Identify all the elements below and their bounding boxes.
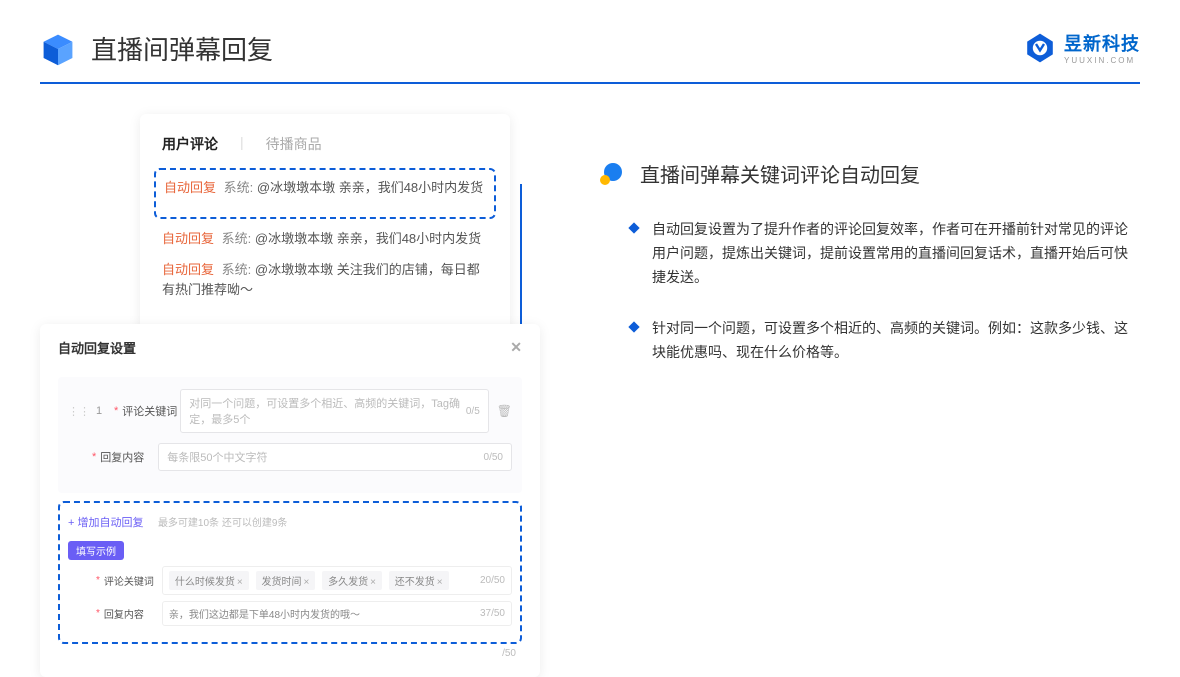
highlighted-comment: 自动回复 系统: @冰墩墩本墩 亲亲，我们48小时内发货 xyxy=(154,168,496,219)
ex-keyword-label: 评论关键词 xyxy=(104,573,162,588)
bullet-text: 针对同一个问题，可设置多个相近的、高频的关键词。例如：这款多少钱、这块能优惠吗、… xyxy=(652,317,1140,365)
section-heading: 直播间弹幕关键词评论自动回复 xyxy=(600,159,1140,188)
form-section: ⋮⋮ 1 * 评论关键词 对同一个问题，可设置多个相近、高频的关键词，Tag确定… xyxy=(58,377,522,493)
header: 直播间弹幕回复 昱新科技 YUUXIN.COM xyxy=(0,0,1180,82)
ex-content-text: 亲，我们这边都是下单48小时内发货的哦～ xyxy=(169,606,360,621)
settings-title: 自动回复设置 xyxy=(58,338,136,357)
comment-row: 自动回复 系统: @冰墩墩本墩 亲亲，我们48小时内发货 xyxy=(162,229,488,250)
example-content-row: * 回复内容 亲，我们这边都是下单48小时内发货的哦～ 37/50 xyxy=(96,601,512,626)
tab-products[interactable]: 待播商品 xyxy=(266,134,322,154)
bullet-item: 针对同一个问题，可设置多个相近的、高频的关键词。例如：这款多少钱、这块能优惠吗、… xyxy=(600,317,1140,365)
header-divider xyxy=(40,82,1140,84)
example-content-input[interactable]: 亲，我们这边都是下单48小时内发货的哦～ 37/50 xyxy=(162,601,512,626)
content-input[interactable]: 每条限50个中文字符 0/50 xyxy=(158,443,512,471)
tab-comments[interactable]: 用户评论 xyxy=(162,134,218,154)
ex-content-label: 回复内容 xyxy=(104,606,162,621)
comment-text: @冰墩墩本墩 亲亲，我们48小时内发货 xyxy=(255,231,481,246)
screenshot-area: 用户评论 | 待播商品 自动回复 系统: @冰墩墩本墩 亲亲，我们48小时内发货… xyxy=(40,114,540,393)
brand-name: 昱新科技 xyxy=(1064,30,1140,56)
auto-reply-tag: 自动回复 xyxy=(164,180,216,195)
tag-chip[interactable]: 还不发货 xyxy=(389,571,449,590)
description-panel: 直播间弹幕关键词评论自动回复 自动回复设置为了提升作者的评论回复效率，作者可在开… xyxy=(600,114,1140,393)
example-section: + 增加自动回复 最多可建10条 还可以创建9条 填写示例 * 评论关键词 什么… xyxy=(58,501,522,644)
comment-row: 自动回复 系统: @冰墩墩本墩 亲亲，我们48小时内发货 xyxy=(164,178,486,199)
content-placeholder: 每条限50个中文字符 xyxy=(167,449,267,465)
tag-chip[interactable]: 什么时候发货 xyxy=(169,571,249,590)
keyword-count: 0/5 xyxy=(466,406,480,417)
content-label: 回复内容 xyxy=(100,449,158,465)
brand-logo: 昱新科技 YUUXIN.COM xyxy=(1024,30,1140,65)
cube-icon xyxy=(40,31,76,67)
tag-chip[interactable]: 多久发货 xyxy=(322,571,382,590)
system-tag: 系统: xyxy=(222,231,252,246)
content-row: * 回复内容 每条限50个中文字符 0/50 xyxy=(68,443,512,471)
diamond-icon xyxy=(628,222,639,233)
page-title: 直播间弹幕回复 xyxy=(91,30,273,67)
example-chip: 填写示例 xyxy=(68,541,124,560)
system-tag: 系统: xyxy=(222,262,252,277)
drag-handle-icon[interactable]: ⋮⋮ xyxy=(68,405,90,418)
auto-reply-tag: 自动回复 xyxy=(162,262,214,277)
comment-text: @冰墩墩本墩 亲亲，我们48小时内发货 xyxy=(257,180,483,195)
close-icon[interactable]: ✕ xyxy=(510,339,522,356)
stray-count: /50 xyxy=(58,644,522,659)
required-star: * xyxy=(114,405,118,417)
example-keyword-input[interactable]: 什么时候发货 发货时间 多久发货 还不发货 20/50 xyxy=(162,566,512,595)
settings-panel: 自动回复设置 ✕ ⋮⋮ 1 * 评论关键词 对同一个问题，可设置多个相近、高频的… xyxy=(40,324,540,677)
delete-icon[interactable]: 🗑 xyxy=(497,404,512,418)
brand-subtitle: YUUXIN.COM xyxy=(1064,56,1140,65)
keyword-placeholder: 对同一个问题，可设置多个相近、高频的关键词，Tag确定，最多5个 xyxy=(189,395,466,427)
auto-reply-tag: 自动回复 xyxy=(162,231,214,246)
keyword-row: ⋮⋮ 1 * 评论关键词 对同一个问题，可设置多个相近、高频的关键词，Tag确定… xyxy=(68,389,512,433)
required-star: * xyxy=(96,575,100,586)
section-title: 直播间弹幕关键词评论自动回复 xyxy=(640,159,920,188)
add-note: 最多可建10条 还可以创建9条 xyxy=(158,518,287,529)
tag-chip[interactable]: 发货时间 xyxy=(256,571,316,590)
keyword-input[interactable]: 对同一个问题，可设置多个相近、高频的关键词，Tag确定，最多5个 0/5 xyxy=(180,389,488,433)
bullet-item: 自动回复设置为了提升作者的评论回复效率，作者可在开播前针对常见的评论用户问题，提… xyxy=(600,218,1140,289)
example-keyword-row: * 评论关键词 什么时候发货 发货时间 多久发货 还不发货 20/50 xyxy=(96,566,512,595)
comment-tabs: 用户评论 | 待播商品 xyxy=(162,134,488,154)
row-number: 1 xyxy=(96,405,114,417)
content-count: 0/50 xyxy=(484,452,503,463)
add-auto-reply-link[interactable]: + 增加自动回复 xyxy=(68,517,143,529)
required-star: * xyxy=(96,608,100,619)
bullet-dots-icon xyxy=(600,163,628,185)
bullet-text: 自动回复设置为了提升作者的评论回复效率，作者可在开播前针对常见的评论用户问题，提… xyxy=(652,218,1140,289)
ex-content-count: 37/50 xyxy=(480,608,505,619)
tag-list: 什么时候发货 发货时间 多久发货 还不发货 xyxy=(169,571,453,590)
brand-icon xyxy=(1024,32,1056,64)
ex-kw-count: 20/50 xyxy=(480,575,505,586)
keyword-label: 评论关键词 xyxy=(122,403,180,419)
diamond-icon xyxy=(628,322,639,333)
comments-panel: 用户评论 | 待播商品 自动回复 系统: @冰墩墩本墩 亲亲，我们48小时内发货… xyxy=(140,114,510,356)
system-tag: 系统: xyxy=(224,180,254,195)
required-star: * xyxy=(92,451,96,463)
tab-separator: | xyxy=(240,134,244,154)
comment-row: 自动回复 系统: @冰墩墩本墩 关注我们的店铺，每日都有热门推荐呦～ xyxy=(162,260,488,302)
